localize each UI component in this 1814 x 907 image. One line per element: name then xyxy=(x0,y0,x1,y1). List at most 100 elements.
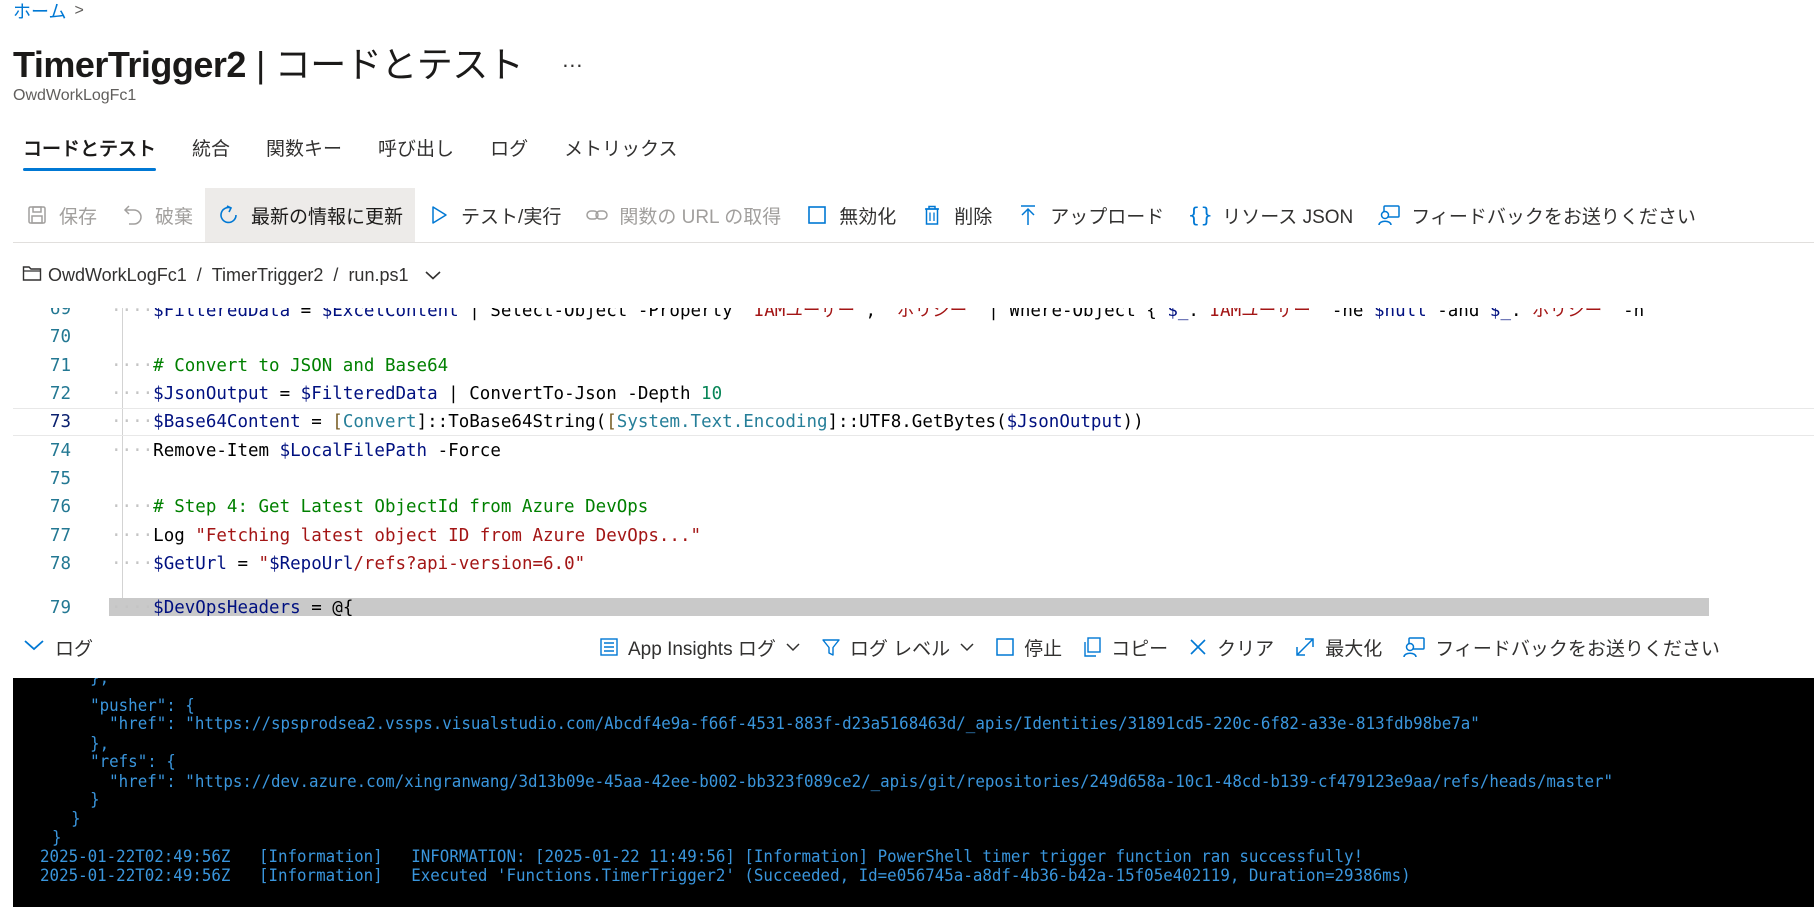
page-title: TimerTrigger2 | コードとテスト xyxy=(13,36,524,88)
clear-button[interactable]: クリア xyxy=(1178,634,1284,661)
code-line-79: 79 ····$DevOpsHeaders = @{ xyxy=(13,594,1814,616)
disable-button[interactable]: 無効化 xyxy=(793,188,908,242)
code-line-78: 78 ····$GetUrl = "$RepoUrl/refs?api-vers… xyxy=(13,550,1814,578)
stop-button[interactable]: 停止 xyxy=(985,634,1072,661)
test-run-label: テスト/実行 xyxy=(461,206,562,228)
log-feedback-label: フィードバックをお送りください xyxy=(1435,638,1720,660)
log-feedback-button[interactable]: フィードバックをお送りください xyxy=(1392,634,1730,661)
line-number: 79 xyxy=(49,598,71,616)
console-line: } xyxy=(33,809,81,829)
console-line: } xyxy=(33,790,100,810)
chevron-down-icon xyxy=(959,636,975,658)
log-toggle-label: ログ xyxy=(55,638,94,660)
path-separator: / xyxy=(333,265,339,285)
feedback-person-icon xyxy=(1402,635,1426,659)
resource-json-label: リソース JSON xyxy=(1222,206,1354,228)
console-line: "refs": { xyxy=(33,752,176,772)
delete-button[interactable]: 削除 xyxy=(908,188,1004,242)
code-line-76: 76 ····# Step 4: Get Latest ObjectId fro… xyxy=(13,493,1814,521)
line-number: 77 xyxy=(49,526,71,546)
feedback-person-icon xyxy=(1377,203,1401,227)
function-app-subtitle: OwdWorkLogFc1 xyxy=(13,87,137,104)
console-line: }, xyxy=(33,678,110,688)
feedback-button[interactable]: フィードバックをお送りください xyxy=(1365,188,1708,242)
tab-code-test[interactable]: コードとテスト xyxy=(23,134,157,171)
path-app: OwdWorkLogFc1 xyxy=(48,265,187,285)
log-level-label: ログ レベル xyxy=(849,638,951,660)
close-icon xyxy=(1188,637,1208,657)
stop-icon xyxy=(995,637,1015,657)
line-number: 71 xyxy=(49,356,71,376)
get-function-url-label: 関数の URL の取得 xyxy=(619,206,782,228)
console-line: 2025-01-22T02:49:56Z [Information] Execu… xyxy=(21,866,1411,886)
path-function: TimerTrigger2 xyxy=(211,265,324,285)
clear-label: クリア xyxy=(1217,638,1275,660)
resource-json-button[interactable]: {} リソース JSON xyxy=(1176,188,1365,242)
code-text: ····$Base64Content = [Convert]::ToBase64… xyxy=(111,412,1144,432)
path-file: run.ps1 xyxy=(348,265,409,285)
chevron-down-icon[interactable] xyxy=(424,265,442,286)
stop-label: 停止 xyxy=(1024,638,1063,660)
maximize-label: 最大化 xyxy=(1325,638,1383,660)
chevron-down-icon xyxy=(23,636,45,658)
test-run-button[interactable]: テスト/実行 xyxy=(415,188,573,242)
code-line-69: 69 ····$FilteredData = $ExcelContent | S… xyxy=(13,308,1814,323)
log-console[interactable]: }, "pusher": { "href": "https://spsprods… xyxy=(13,678,1814,907)
checkbox-icon xyxy=(805,203,829,227)
log-panel-header: ログ App Insights ログ ログ レベル 停止 コピー クリア 最大化… xyxy=(13,628,1814,666)
line-number: 74 xyxy=(49,441,71,461)
file-path-bar[interactable]: OwdWorkLogFc1 / TimerTrigger2 / run.ps1 xyxy=(22,264,442,287)
line-number: 78 xyxy=(49,554,71,574)
refresh-label: 最新の情報に更新 xyxy=(251,206,404,228)
upload-label: アップロード xyxy=(1050,206,1165,228)
play-icon xyxy=(427,203,451,227)
tab-metrics[interactable]: メトリックス xyxy=(564,134,677,171)
code-line-75: 75 xyxy=(13,465,1814,493)
undo-icon xyxy=(121,203,145,227)
line-number: 72 xyxy=(49,384,71,404)
console-line: }, xyxy=(33,734,110,754)
console-line: "href": "https://dev.azure.com/xingranwa… xyxy=(33,772,1614,792)
discard-button[interactable]: 破棄 xyxy=(109,188,205,242)
breadcrumb-home-link[interactable]: ホーム xyxy=(13,0,66,24)
folder-icon xyxy=(22,264,42,287)
tab-integration[interactable]: 統合 xyxy=(192,134,230,171)
code-editor[interactable]: 69 ····$FilteredData = $ExcelContent | S… xyxy=(13,308,1814,616)
code-line-70: 70 xyxy=(13,323,1814,351)
get-function-url-button[interactable]: 関数の URL の取得 xyxy=(573,188,793,242)
app-insights-logs-dropdown[interactable]: App Insights ログ xyxy=(589,634,811,661)
code-text: ····$GetUrl = "$RepoUrl/refs?api-version… xyxy=(111,554,586,574)
chevron-down-icon xyxy=(785,636,801,658)
maximize-button[interactable]: 最大化 xyxy=(1284,634,1392,661)
maximize-icon xyxy=(1294,636,1316,658)
save-button[interactable]: 保存 xyxy=(13,188,109,242)
code-line-71: 71 ····# Convert to JSON and Base64 xyxy=(13,352,1814,380)
title-pipe: | xyxy=(255,44,265,85)
tab-logs[interactable]: ログ xyxy=(490,134,528,171)
code-text: ····$FilteredData = $ExcelContent | Sele… xyxy=(111,308,1645,321)
line-number: 76 xyxy=(49,497,71,517)
save-icon xyxy=(25,203,49,227)
copy-button[interactable]: コピー xyxy=(1072,634,1178,661)
link-icon xyxy=(585,203,609,227)
log-level-dropdown[interactable]: ログ レベル xyxy=(811,634,985,661)
refresh-button[interactable]: 最新の情報に更新 xyxy=(205,188,416,242)
toolbar-divider xyxy=(13,242,1814,243)
braces-icon: {} xyxy=(1187,203,1213,227)
disable-label: 無効化 xyxy=(839,206,897,228)
more-options-button[interactable]: … xyxy=(561,47,585,73)
line-number: 70 xyxy=(49,327,71,347)
code-line-74: 74 ····Remove-Item $LocalFilePath -Force xyxy=(13,437,1814,465)
function-name: TimerTrigger2 xyxy=(13,44,246,85)
tab-function-keys[interactable]: 関数キー xyxy=(266,134,342,171)
refresh-icon xyxy=(217,203,241,227)
code-text: ····$DevOpsHeaders = @{ xyxy=(111,598,354,616)
tab-invocations[interactable]: 呼び出し xyxy=(378,134,454,171)
upload-icon xyxy=(1016,203,1040,227)
upload-button[interactable]: アップロード xyxy=(1004,188,1176,242)
console-line: 2025-01-22T02:49:56Z [Information] INFOR… xyxy=(21,847,1364,867)
code-line-72: 72 ····$JsonOutput = $FilteredData | Con… xyxy=(13,380,1814,408)
app-insights-label: App Insights ログ xyxy=(628,638,776,660)
log-collapse-toggle[interactable]: ログ xyxy=(23,634,93,661)
breadcrumb: ホーム > xyxy=(13,0,84,22)
